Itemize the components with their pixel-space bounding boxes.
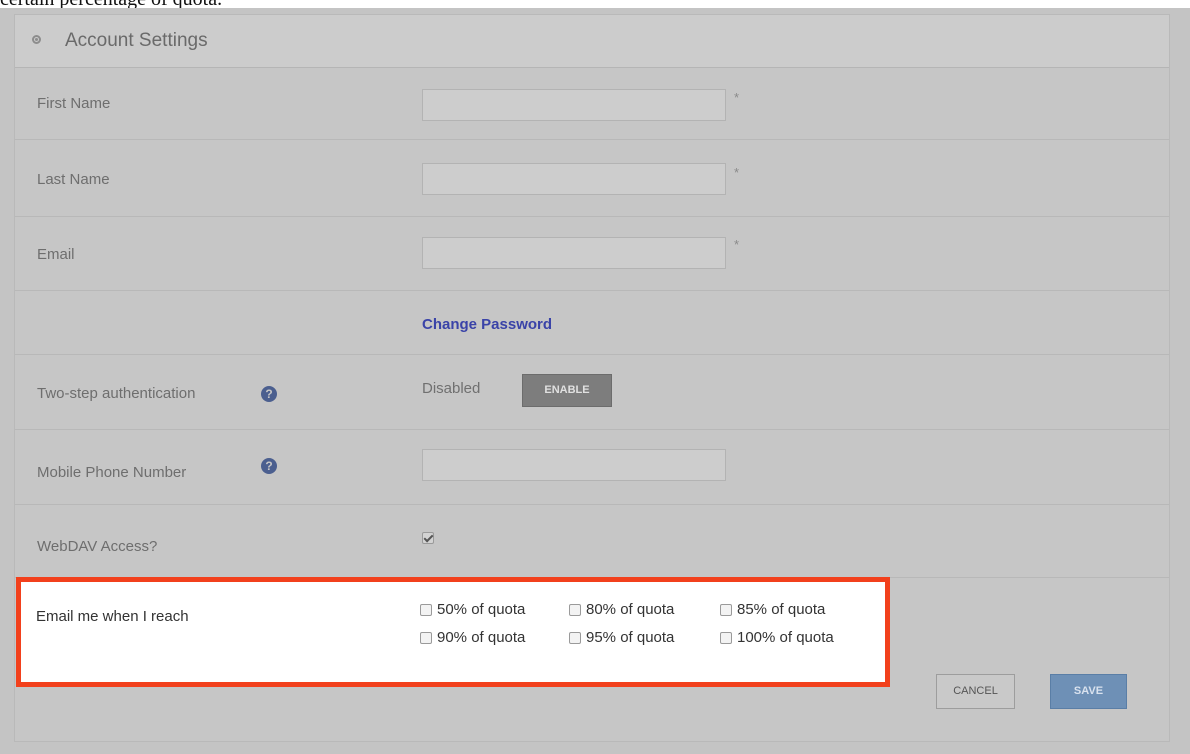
required-marker: * <box>734 165 740 180</box>
help-icon[interactable]: ? <box>261 458 277 474</box>
panel-title: Account Settings <box>65 30 208 51</box>
required-marker: * <box>734 237 740 252</box>
email-label: Email <box>37 246 75 263</box>
enable-button[interactable]: ENABLE <box>522 374 612 407</box>
two-step-status: Disabled <box>422 380 481 397</box>
quota-option-label: 85% of quota <box>737 601 826 618</box>
quota-checkbox[interactable] <box>420 632 432 644</box>
quota-notification-highlight: Email me when I reach 50% of quota 80% o… <box>16 577 890 687</box>
save-button[interactable]: SAVE <box>1050 674 1127 709</box>
panel-header: Account Settings <box>15 15 1169 68</box>
webdav-checkbox[interactable] <box>422 532 434 544</box>
quota-option-label: 50% of quota <box>437 601 526 618</box>
quota-option-label: 95% of quota <box>586 629 675 646</box>
quota-checkbox[interactable] <box>720 632 732 644</box>
first-name-input[interactable] <box>422 89 726 121</box>
quota-option-label: 90% of quota <box>437 629 526 646</box>
quota-checkbox[interactable] <box>569 632 581 644</box>
change-password-link[interactable]: Change Password <box>422 316 552 333</box>
email-input[interactable] <box>422 237 726 269</box>
last-name-input[interactable] <box>422 163 726 195</box>
first-name-row: First Name * <box>15 68 1169 140</box>
email-row: Email * <box>15 217 1169 291</box>
mobile-row: Mobile Phone Number ? <box>15 430 1169 505</box>
webdav-label: WebDAV Access? <box>37 538 158 555</box>
last-name-label: Last Name <box>37 171 110 188</box>
quota-option-label: 80% of quota <box>586 601 675 618</box>
mobile-phone-input[interactable] <box>422 449 726 481</box>
required-marker: * <box>734 90 740 105</box>
two-step-label: Two-step authentication <box>37 385 196 402</box>
first-name-label: First Name <box>37 95 111 112</box>
webdav-row: WebDAV Access? <box>15 505 1169 578</box>
quota-checkbox[interactable] <box>569 604 581 616</box>
help-icon[interactable]: ? <box>261 386 277 402</box>
notify-label: Email me when I reach <box>36 608 189 625</box>
gear-icon <box>32 35 41 44</box>
mobile-label: Mobile Phone Number <box>37 464 187 481</box>
two-step-row: Two-step authentication ? Disabled ENABL… <box>15 355 1169 430</box>
quota-option-label: 100% of quota <box>737 629 834 646</box>
change-password-row: Change Password <box>15 291 1169 355</box>
last-name-row: Last Name * <box>15 140 1169 217</box>
quota-checkbox[interactable] <box>720 604 732 616</box>
quota-checkbox[interactable] <box>420 604 432 616</box>
cancel-button[interactable]: CANCEL <box>936 674 1015 709</box>
